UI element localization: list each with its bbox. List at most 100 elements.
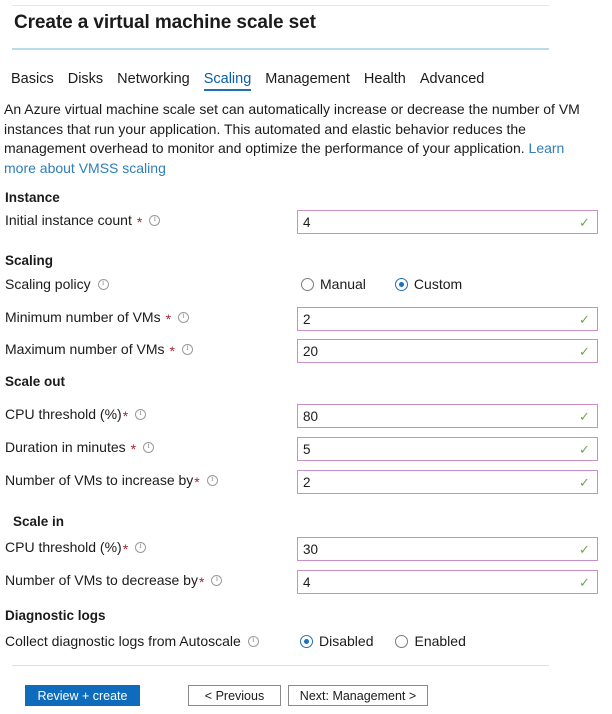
label-minimum-vms: Minimum number of VMs * [5, 309, 190, 327]
checkmark-icon: ✓ [579, 214, 590, 230]
label-maximum-vms: Maximum number of VMs * [5, 341, 193, 359]
input-value: 30 [303, 541, 319, 557]
label-text: CPU threshold (%) [5, 539, 122, 555]
radio-dot-icon [301, 277, 314, 291]
input-value: 2 [303, 311, 311, 327]
input-out-duration[interactable]: 5 ✓ [297, 437, 598, 461]
review-create-button[interactable]: Review + create [25, 685, 140, 706]
label-out-increase-by: Number of VMs to increase by * [5, 472, 218, 490]
checkmark-icon: ✓ [579, 541, 590, 557]
radio-label: Manual [320, 276, 366, 292]
input-value: 2 [303, 474, 311, 490]
wizard-tabs: Basics Disks Networking Scaling Manageme… [4, 71, 491, 91]
label-text: Initial instance count [5, 212, 132, 228]
previous-button[interactable]: < Previous [188, 685, 281, 706]
info-icon[interactable] [135, 541, 147, 553]
radio-group-collect-logs: Disabled Enabled [300, 633, 466, 649]
tab-management[interactable]: Management [258, 71, 357, 91]
radio-dot-icon [394, 277, 408, 291]
input-minimum-vms[interactable]: 2 ✓ [297, 307, 598, 331]
tab-health[interactable]: Health [357, 71, 413, 91]
radio-scaling-policy-manual[interactable]: Manual [301, 276, 366, 292]
input-value: 5 [303, 441, 311, 457]
input-value: 4 [303, 574, 311, 590]
input-in-cpu-threshold[interactable]: 30 ✓ [297, 537, 598, 561]
required-asterisk: * [122, 408, 129, 424]
label-in-decrease-by: Number of VMs to decrease by * [5, 572, 223, 590]
input-initial-instance-count[interactable]: 4 ✓ [297, 210, 598, 234]
footer-divider [12, 665, 549, 666]
row-in-decrease-by: Number of VMs to decrease by * 4 ✓ [0, 570, 612, 594]
label-initial-instance-count: Initial instance count * [5, 212, 161, 229]
checkmark-icon: ✓ [579, 408, 590, 424]
next-management-button[interactable]: Next: Management > [288, 685, 428, 706]
radio-collect-logs-enabled[interactable]: Enabled [395, 633, 466, 649]
radio-group-scaling-policy: Manual Custom [301, 276, 462, 292]
label-in-cpu-threshold: CPU threshold (%) * [5, 539, 147, 556]
checkmark-icon: ✓ [579, 574, 590, 590]
row-collect-diagnostic-logs: Collect diagnostic logs from Autoscale D… [0, 631, 612, 655]
required-asterisk: * [194, 474, 200, 490]
label-text: Duration in minutes [5, 439, 126, 455]
label-text: Collect diagnostic logs from Autoscale [5, 633, 241, 649]
info-icon[interactable] [206, 474, 218, 486]
input-in-decrease-by[interactable]: 4 ✓ [297, 570, 598, 594]
info-icon[interactable] [97, 278, 109, 290]
label-text: Scaling policy [5, 276, 91, 292]
radio-label: Enabled [414, 633, 466, 649]
label-out-cpu-threshold: CPU threshold (%) * [5, 406, 147, 424]
info-icon[interactable] [135, 408, 147, 420]
required-asterisk: * [169, 343, 175, 359]
section-scale-out: Scale out [5, 374, 66, 389]
row-initial-instance-count: Initial instance count * 4 ✓ [0, 210, 612, 234]
radio-scaling-policy-custom[interactable]: Custom [394, 276, 463, 292]
radio-dot-icon [300, 634, 313, 648]
row-out-cpu-threshold: CPU threshold (%) * 80 ✓ [0, 404, 612, 428]
required-asterisk: * [165, 311, 172, 327]
page-description: An Azure virtual machine scale set can a… [4, 100, 580, 178]
section-diagnostic-logs: Diagnostic logs [5, 608, 106, 623]
info-icon[interactable] [149, 214, 161, 226]
info-icon[interactable] [247, 635, 259, 647]
row-minimum-vms: Minimum number of VMs * 2 ✓ [0, 307, 612, 331]
row-maximum-vms: Maximum number of VMs * 20 ✓ [0, 339, 612, 363]
checkmark-icon: ✓ [579, 311, 590, 327]
input-value: 20 [303, 343, 319, 359]
section-scaling: Scaling [5, 253, 54, 268]
section-scale-in: Scale in [13, 514, 65, 529]
tab-networking[interactable]: Networking [110, 71, 197, 91]
checkmark-icon: ✓ [579, 441, 590, 457]
radio-label: Custom [413, 276, 463, 292]
radio-dot-icon [395, 634, 409, 648]
info-icon[interactable] [178, 311, 190, 323]
tab-basics[interactable]: Basics [4, 71, 61, 91]
info-icon[interactable] [211, 574, 223, 586]
tab-advanced[interactable]: Advanced [413, 71, 492, 91]
input-value: 4 [303, 214, 311, 230]
info-icon[interactable] [181, 343, 193, 355]
title-divider [12, 48, 549, 50]
label-out-duration: Duration in minutes * [5, 439, 155, 456]
radio-label: Disabled [319, 633, 374, 649]
row-scaling-policy: Scaling policy Manual Custom [0, 274, 612, 298]
checkmark-icon: ✓ [579, 343, 590, 359]
required-asterisk: * [198, 574, 205, 590]
section-instance: Instance [5, 190, 60, 205]
input-out-cpu-threshold[interactable]: 80 ✓ [297, 404, 598, 428]
label-text: Number of VMs to decrease by [5, 572, 198, 588]
create-vmss-scale-set-page: Create a virtual machine scale set Basic… [0, 0, 612, 714]
description-text: An Azure virtual machine scale set can a… [4, 101, 580, 156]
info-icon[interactable] [143, 441, 155, 453]
label-scaling-policy: Scaling policy [5, 276, 109, 292]
input-value: 80 [303, 408, 319, 424]
input-maximum-vms[interactable]: 20 ✓ [297, 339, 598, 363]
tab-scaling[interactable]: Scaling [197, 71, 259, 91]
input-out-increase-by[interactable]: 2 ✓ [297, 470, 598, 494]
checkmark-icon: ✓ [579, 474, 590, 490]
label-collect-diagnostic-logs: Collect diagnostic logs from Autoscale [5, 633, 259, 649]
label-text: Number of VMs to increase by [5, 472, 194, 488]
tab-disks[interactable]: Disks [61, 71, 110, 91]
label-text: CPU threshold (%) [5, 406, 122, 422]
radio-collect-logs-disabled[interactable]: Disabled [300, 633, 373, 649]
label-text: Maximum number of VMs [5, 341, 165, 357]
